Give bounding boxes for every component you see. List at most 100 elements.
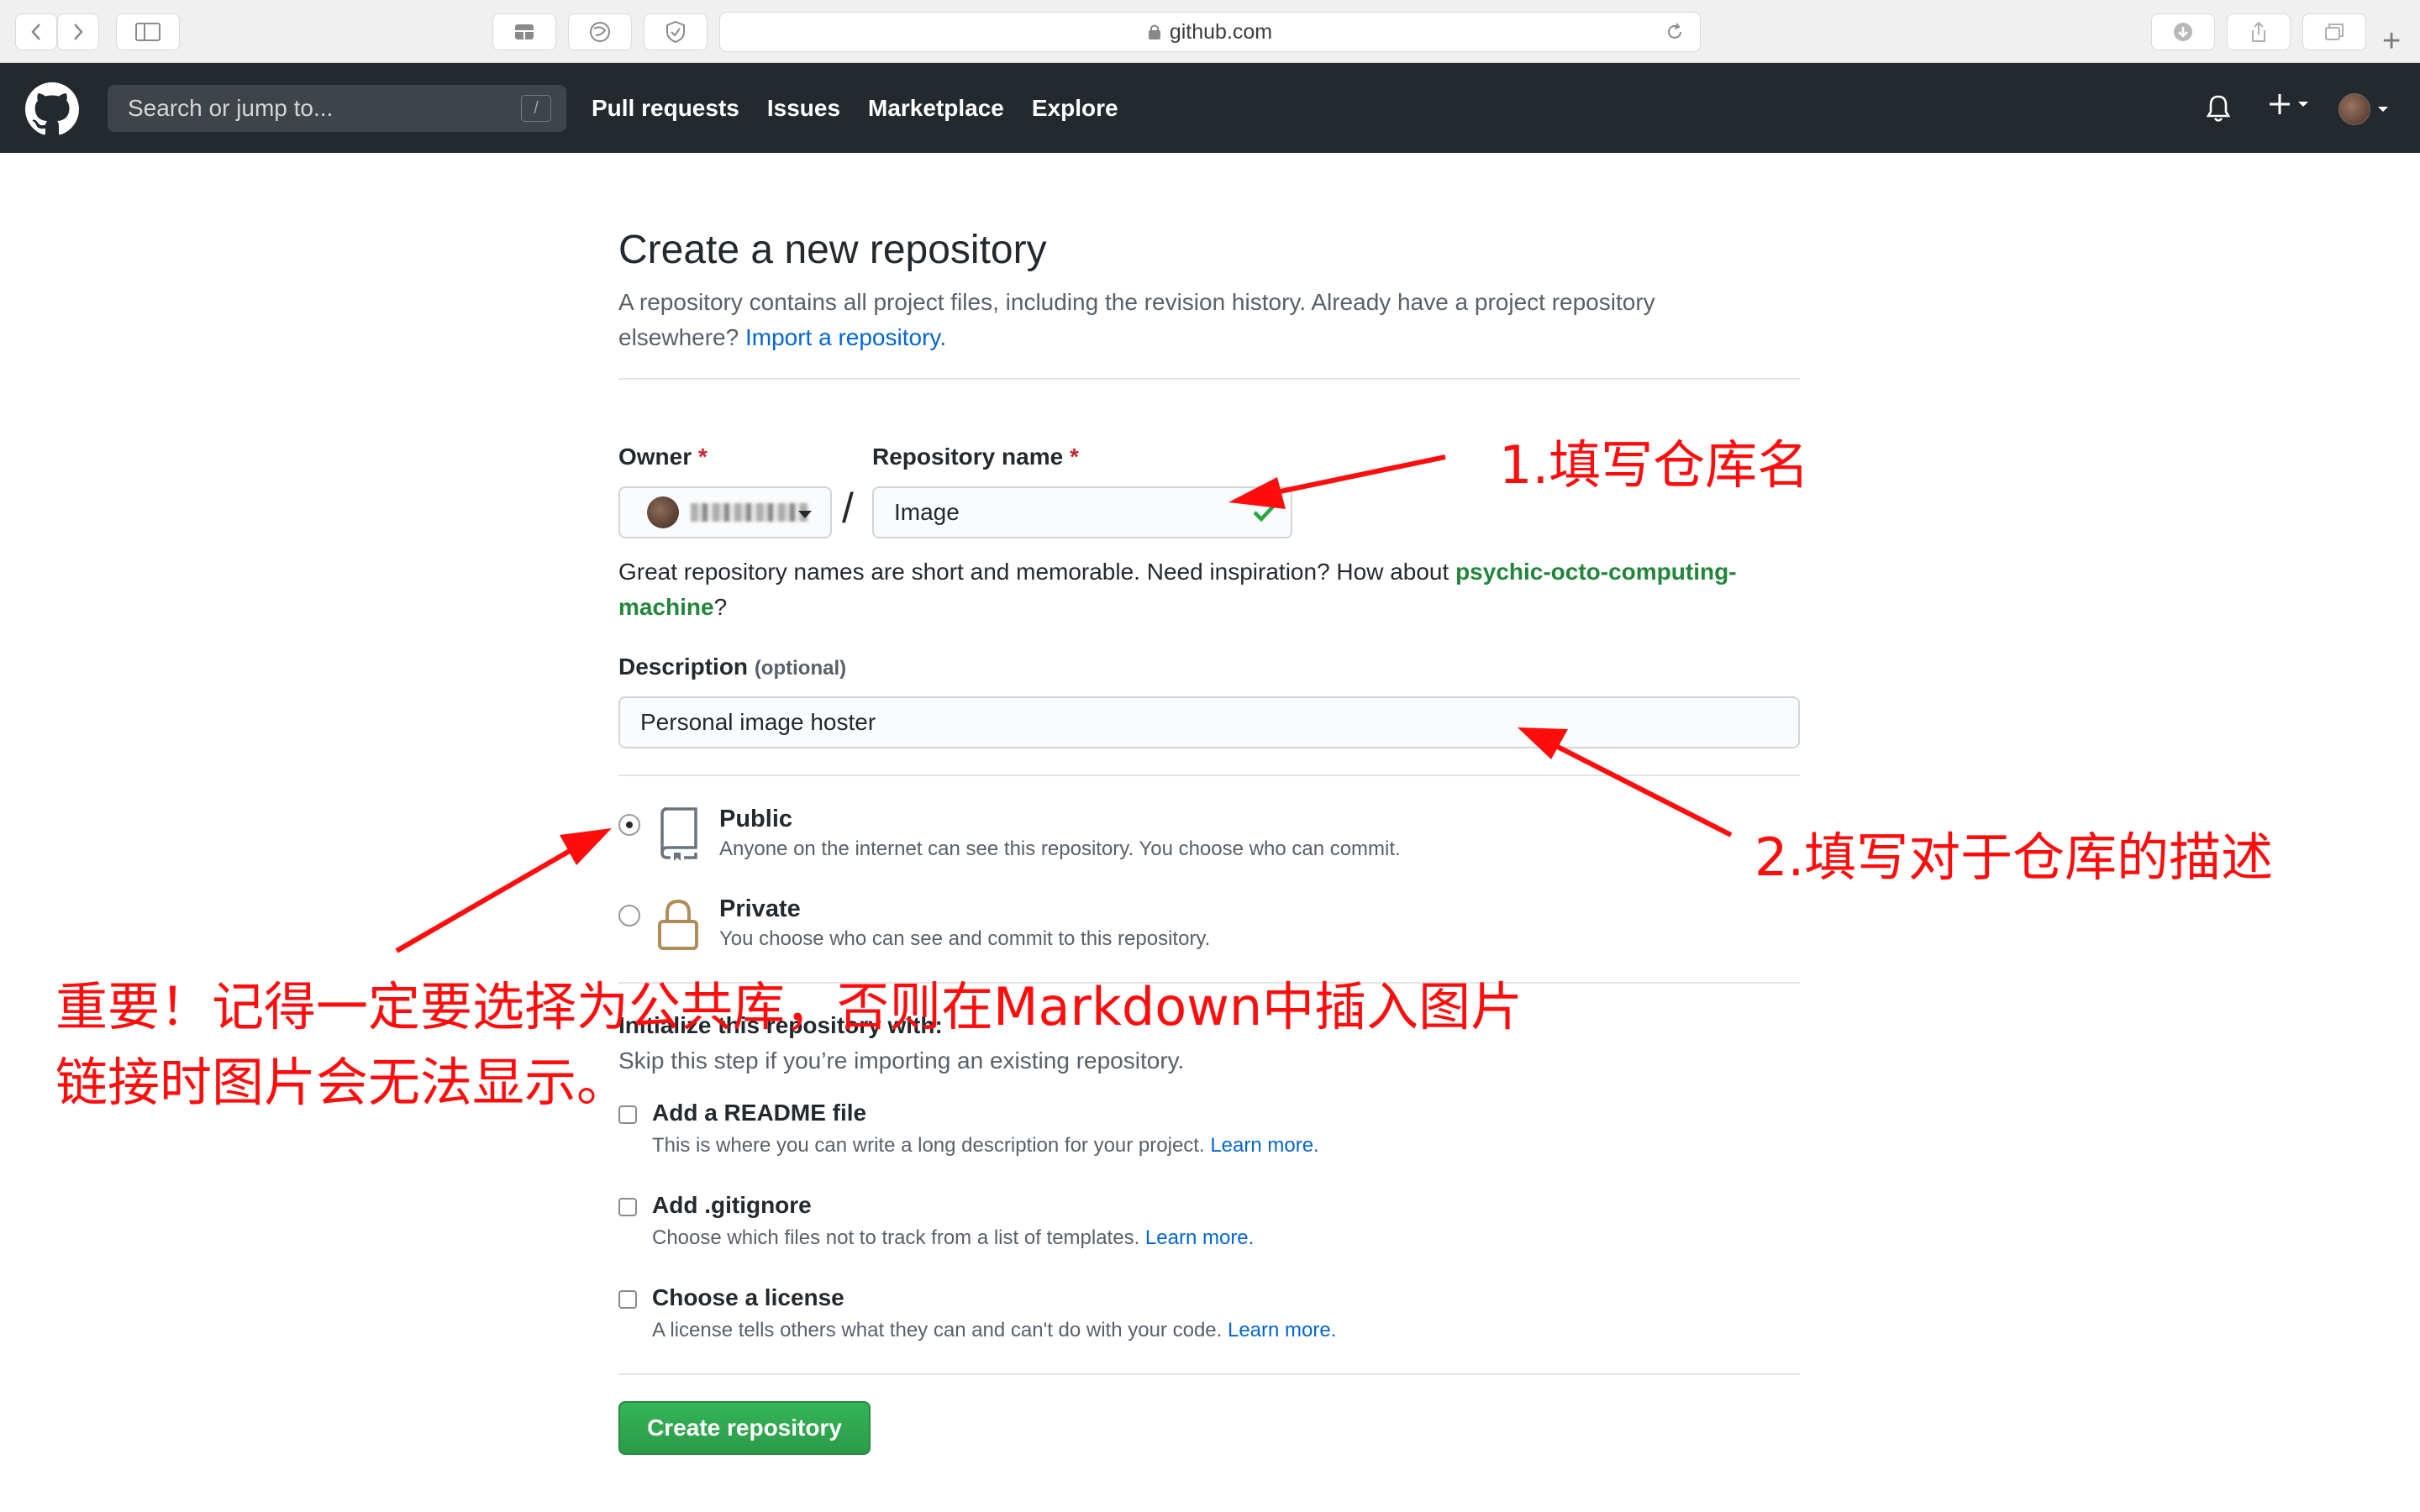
search-placeholder: Search or jump to... [128,95,334,121]
annotation-important-line2: 链接时图片会无法显示。 [55,1052,629,1113]
public-note: Anyone on the internet can see this repo… [719,837,1401,860]
owner-repo-separator: / [842,485,854,532]
description-label: Description (optional) [618,654,846,680]
page-title: Create a new repository [618,228,1047,272]
subtitle-text-1: A repository contains all project files,… [618,289,1655,315]
repo-name-label: Repository name * [872,444,1079,470]
import-repo-link[interactable]: Import a repository. [745,324,946,350]
repo-name-hint: Great repository names are short and mem… [618,554,1803,625]
address-bar[interactable]: github.com [719,12,1701,52]
owner-name-redacted [691,503,808,522]
share-icon [2252,21,2265,42]
tabs-icon [2325,24,2344,40]
readme-note-text: This is where you can write a long descr… [652,1134,1205,1157]
browser-toolbar: github.com + [0,0,2420,63]
extension-button[interactable] [568,13,632,50]
hint-end: ? [713,594,728,620]
annotation-arrows [395,454,1733,953]
readme-learn-more-link[interactable]: Learn more. [1210,1134,1318,1157]
annotation-step1: 1.填写仓库名 [1499,434,1810,496]
gitignore-note-text: Choose which files not to track from a l… [652,1226,1140,1249]
lock-icon [1148,24,1160,39]
description-value: Personal image hoster [640,709,876,735]
annotation-important: 重要！记得一定要选择为公共库，否则在Markdown中插入图片 链接时图片会无法… [55,969,1523,1121]
check-icon [1253,503,1276,522]
license-title: Choose a license [652,1284,844,1310]
create-repository-button[interactable]: Create repository [618,1401,871,1455]
privacy-button[interactable] [644,13,708,50]
caret-down-icon [2378,107,2388,112]
gitignore-note: Choose which files not to track from a l… [652,1226,1254,1250]
required-mark: * [1069,444,1079,470]
user-menu[interactable] [2338,93,2389,125]
readme-note: This is where you can write a long descr… [652,1134,1319,1158]
github-header: Search or jump to... / Pull requests Iss… [0,63,2420,153]
annotation-important-line1: 重要！记得一定要选择为公共库，否则在Markdown中插入图片 [55,976,1523,1037]
nav-issues[interactable]: Issues [767,95,840,122]
gitignore-title: Add .gitignore [652,1192,812,1218]
divider [618,378,1800,380]
tab-overview-button[interactable] [492,13,556,50]
sidebar-icon [135,23,160,41]
globe-icon [590,22,610,42]
avatar [2338,93,2370,125]
repo-name-label-text: Repository name [872,444,1064,470]
global-nav: Pull requests Issues Marketplace Explore [592,63,1118,153]
owner-select[interactable] [618,486,832,538]
description-input[interactable]: Personal image hoster [618,696,1800,748]
grid-icon [515,24,534,39]
create-new-menu[interactable] [2267,92,2309,117]
gitignore-learn-more-link[interactable]: Learn more. [1145,1226,1254,1249]
bell-icon[interactable] [2205,93,2232,123]
caret-down-icon [798,511,812,518]
tabs-button[interactable] [2302,13,2366,50]
owner-avatar [647,496,679,528]
license-checkbox[interactable] [618,1290,637,1309]
license-learn-more-link[interactable]: Learn more. [1228,1319,1336,1341]
search-input[interactable]: Search or jump to... / [108,85,566,132]
chevron-right-icon [74,24,83,40]
url-text: github.com [1169,19,1273,44]
search-shortcut-key: / [521,95,551,122]
arrow-to-public-radio [395,828,612,953]
required-mark: * [697,444,708,470]
annotation-step2: 2.填写对于仓库的描述 [1754,827,2274,888]
name-suggestion-cont[interactable]: machine [618,594,714,620]
new-tab-icon[interactable]: + [2382,25,2401,57]
private-radio[interactable] [618,905,640,927]
license-note: A license tells others what they can and… [652,1319,1336,1342]
lock-icon [658,899,698,950]
nav-pull-requests[interactable]: Pull requests [592,95,739,122]
divider [618,1373,1800,1375]
share-button[interactable] [2227,13,2291,50]
repo-name-input[interactable]: Image [872,486,1292,538]
forward-button[interactable] [57,13,99,50]
page-subtitle: A repository contains all project files,… [618,285,1803,355]
hint-text: Great repository names are short and mem… [618,559,1449,585]
optional-tag: (optional) [754,657,847,680]
divider [618,774,1800,776]
public-radio[interactable] [618,814,640,836]
repo-name-value: Image [894,499,960,525]
reload-icon[interactable] [1665,22,1685,42]
downloads-button[interactable] [2151,13,2215,50]
repo-icon [660,807,697,861]
caret-down-icon [2298,102,2308,107]
public-title: Public [719,806,793,832]
private-note: You choose who can see and commit to thi… [719,927,1211,950]
subtitle-text-2: elsewhere? [618,324,739,350]
gitignore-checkbox[interactable] [618,1198,637,1216]
github-logo-icon[interactable] [25,82,79,136]
owner-label: Owner * [618,444,708,470]
back-button[interactable] [15,13,57,50]
shield-icon [666,20,685,44]
nav-explore[interactable]: Explore [1032,95,1118,122]
description-label-text: Description [618,654,749,680]
name-suggestion[interactable]: psychic-octo-computing- [1455,559,1736,585]
download-icon [2174,23,2192,41]
private-title: Private [719,895,801,922]
nav-marketplace[interactable]: Marketplace [868,95,1004,122]
plus-icon [2270,94,2290,114]
sidebar-button[interactable] [116,13,180,50]
owner-label-text: Owner [618,444,692,470]
